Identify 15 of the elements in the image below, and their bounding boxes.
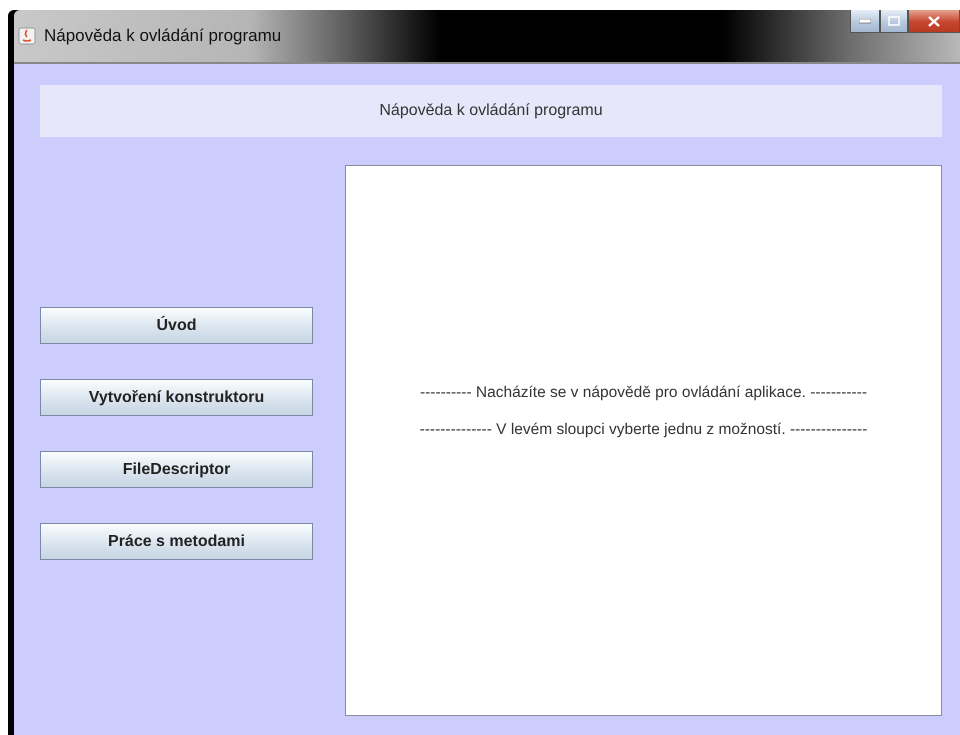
topic-button[interactable]: FileDescriptor	[40, 451, 313, 488]
minimize-icon	[859, 18, 871, 24]
topic-button[interactable]: Práce s metodami	[40, 523, 313, 560]
help-text: -------------- V levém sloupci vyberte jednu z možností. ---------------	[420, 421, 868, 439]
minimize-button[interactable]	[850, 10, 880, 33]
app-icon	[18, 27, 36, 45]
close-icon	[928, 16, 940, 26]
help-text: ---------- Nacházíte se v nápovědě pro ovládání aplikace. -----------	[420, 384, 868, 402]
maximize-button[interactable]	[880, 10, 908, 33]
topic-button[interactable]: Úvod	[40, 307, 313, 344]
topic-button[interactable]: Vytvoření konstruktoru	[40, 379, 313, 416]
close-button[interactable]	[908, 10, 960, 33]
window-title: Nápověda k ovládání programu	[44, 26, 282, 46]
maximize-icon	[888, 16, 900, 26]
header-label: Nápověda k ovládání programu	[40, 85, 942, 137]
